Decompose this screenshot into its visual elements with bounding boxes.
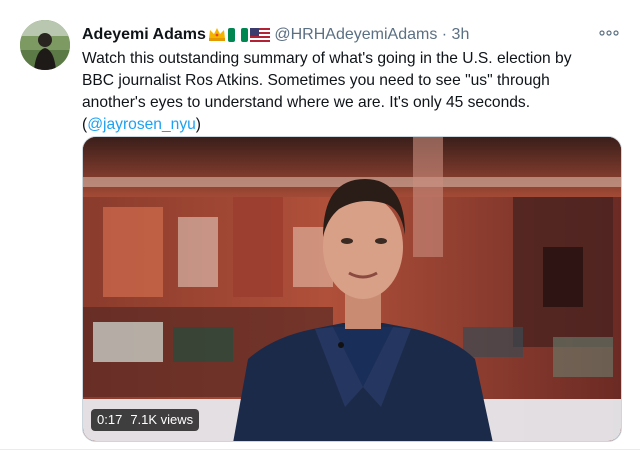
- tweet-text-line: BBC journalist Ros Atkins. Sometimes you…: [82, 72, 550, 89]
- crown-emoji-icon: [208, 26, 226, 49]
- tweet-text-line: Watch this outstanding summary of what's…: [82, 50, 572, 67]
- mention-close-paren: ): [195, 116, 201, 133]
- video-player[interactable]: 0:17 7.1K views: [82, 136, 622, 442]
- tweet-card[interactable]: Adeyemi Adams @HRHAdeyemiAdams · 3h Watc…: [0, 0, 640, 450]
- tweet-header: Adeyemi Adams @HRHAdeyemiAdams · 3h: [82, 24, 622, 46]
- video-duration: 0:17: [97, 412, 123, 427]
- tweet-text-line: another's eyes to understand where we ar…: [82, 94, 531, 111]
- nigeria-flag-icon: [227, 27, 248, 49]
- video-thumbnail: [83, 137, 621, 441]
- author-handle[interactable]: @HRHAdeyemiAdams: [274, 26, 437, 43]
- more-options-icon[interactable]: [598, 26, 620, 40]
- video-stats-overlay: 0:17 7.1K views: [91, 409, 200, 431]
- avatar-image: [20, 20, 70, 70]
- tweet-timestamp[interactable]: 3h: [452, 26, 470, 43]
- tweet-text: Watch this outstanding summary of what's…: [82, 48, 622, 136]
- author-name[interactable]: Adeyemi Adams: [82, 26, 206, 43]
- video-view-count: 7.1K views: [130, 412, 194, 427]
- tweet-text-line: (@jayrosen_nyu): [82, 114, 622, 136]
- separator-dot: ·: [441, 26, 448, 43]
- author-avatar[interactable]: [20, 20, 70, 70]
- us-flag-icon: [249, 27, 270, 49]
- mention-link[interactable]: @jayrosen_nyu: [87, 116, 196, 133]
